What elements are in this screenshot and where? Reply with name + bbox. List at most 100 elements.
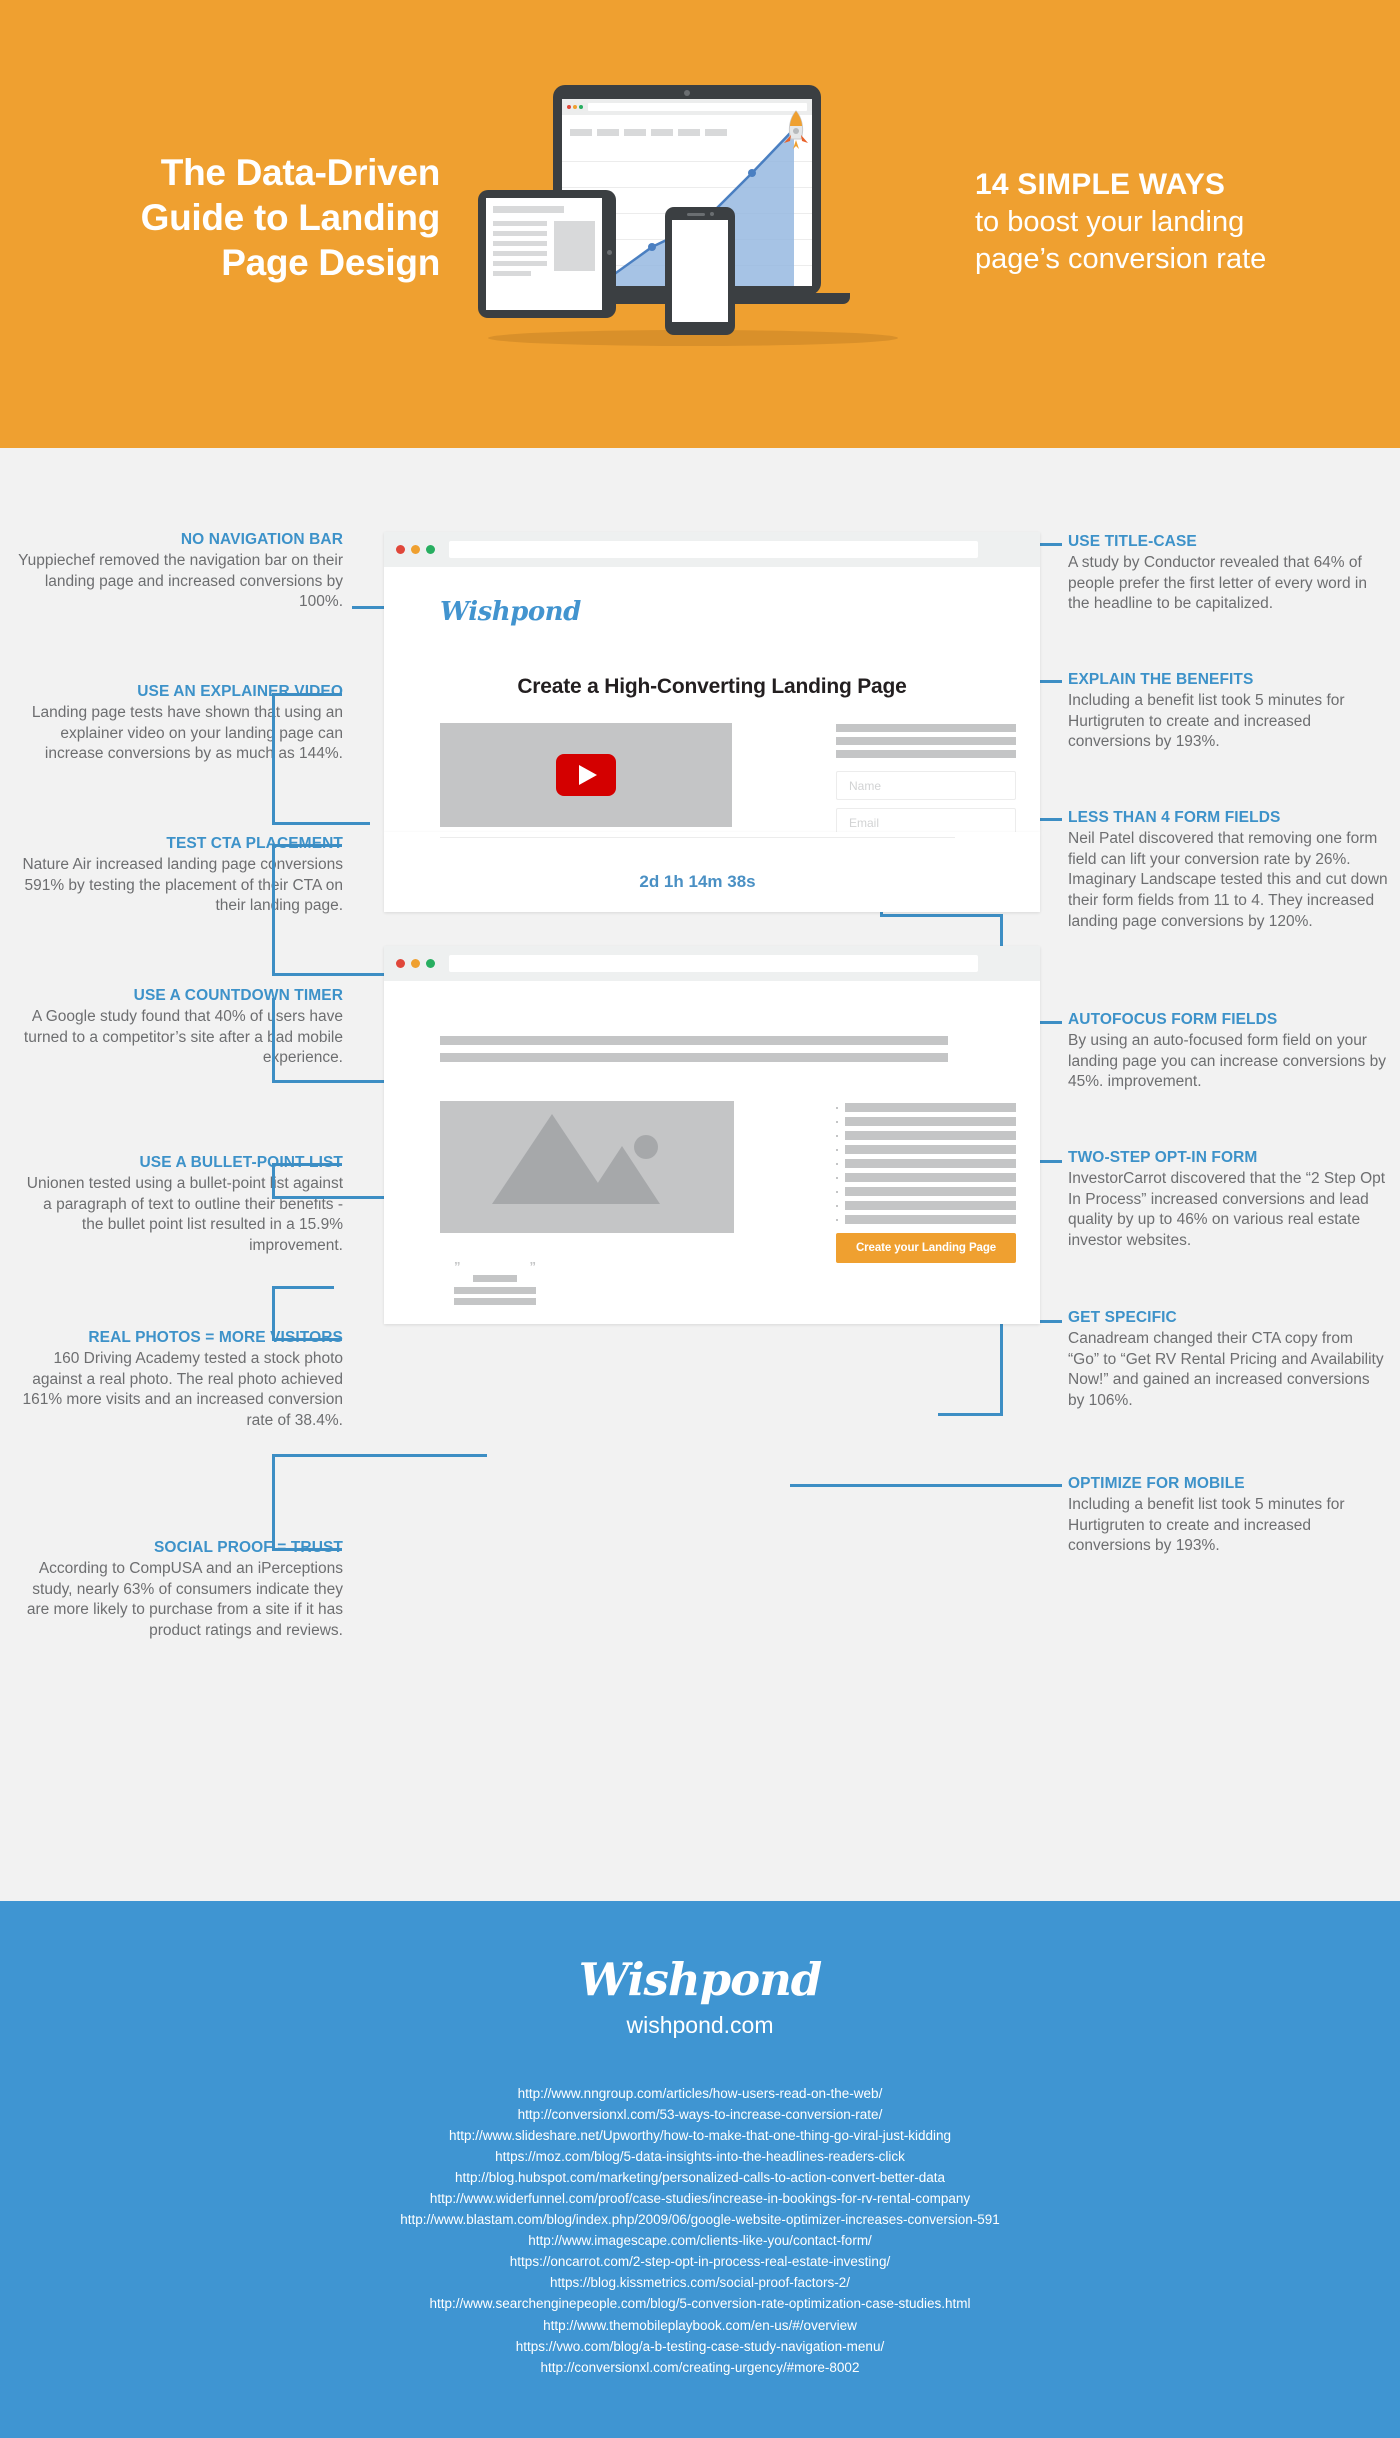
tablet-screen [486,198,602,310]
callout-two-step-opt-in-form: TWO-STEP OPT-IN FORM InvestorCarrot disc… [1068,1148,1388,1252]
wishpond-logo: Wishpond [440,597,581,627]
page-title-line-1: The Data-Driven [160,152,441,193]
phone-device-icon [665,207,735,335]
header-subtitle: to boost your landing page’s conversion … [975,204,1375,278]
connector-line [272,693,275,825]
sun-icon [633,1135,658,1160]
minimize-dot-icon [573,105,577,109]
connector-line [880,914,1003,917]
close-dot-icon[interactable] [396,959,405,968]
callout-get-specific: GET SPECIFIC Canadream changed their CTA… [1068,1308,1388,1412]
maximize-dot-icon [579,105,583,109]
callout-body: Neil Patel discovered that removing one … [1068,830,1388,930]
laptop-browser-bar [562,99,812,115]
browser-titlebar [384,532,1040,567]
callout-explain-the-benefits: EXPLAIN THE BENEFITS Including a benefit… [1068,670,1388,753]
source-link[interactable]: http://www.imagescape.com/clients-like-y… [0,2230,1400,2251]
explainer-video-placeholder[interactable] [440,723,732,827]
wishpond-website-url: wishpond.com [626,2012,774,2038]
connector-line [272,1286,334,1289]
source-link[interactable]: http://conversionxl.com/53-ways-to-incre… [0,2104,1400,2125]
callout-title: NO NAVIGATION BAR [180,531,343,548]
callout-title: LESS THAN 4 FORM FIELDS [1068,809,1281,826]
list-item [836,1201,1016,1210]
callout-body: Nature Air increased landing page conver… [22,856,343,915]
laptop-traffic-lights [567,105,583,109]
minimize-dot-icon[interactable] [411,959,420,968]
laptop-url-bar [588,103,807,111]
source-link[interactable]: https://moz.com/blog/5-data-insights-int… [0,2146,1400,2167]
phone-camera-icon [710,212,714,216]
connector-line [272,1338,342,1341]
header-kicker: 14 SIMPLE WAYS [975,168,1226,201]
photo-placeholder [440,1101,734,1233]
connector-line [272,1163,275,1199]
landing-page-headline: Create a High-Converting Landing Page [517,675,907,698]
quote-close-icon: ” [529,1259,537,1274]
page-title: The Data-Driven Guide to Landing Page De… [40,150,441,285]
list-item [836,1145,1016,1154]
list-item [836,1215,1016,1224]
close-dot-icon [567,105,571,109]
source-link[interactable]: http://blog.hubspot.com/marketing/person… [0,2167,1400,2188]
source-link[interactable]: http://www.themobileplaybook.com/en-us/#… [0,2315,1400,2336]
header-subtitle-line-2: page’s conversion rate [975,242,1267,275]
rocket-icon [784,110,808,149]
source-link[interactable]: https://blog.kissmetrics.com/social-proo… [0,2272,1400,2293]
browser-mockup-two: Create your Landing Page ” ” [384,946,1040,1324]
connector-line [272,1163,342,1166]
callout-body: Yuppiechef removed the navigation bar on… [18,552,343,611]
maximize-dot-icon[interactable] [426,545,435,554]
laptop-camera-icon [684,90,690,96]
connector-line [272,1454,487,1457]
source-link[interactable]: http://www.blastam.com/blog/index.php/20… [0,2209,1400,2230]
source-link[interactable]: http://www.slideshare.net/Upworthy/how-t… [0,2125,1400,2146]
maximize-dot-icon[interactable] [426,959,435,968]
page-title-line-2: Guide to Landing [140,197,441,239]
connector-line [272,1454,275,1551]
callout-title: USE A COUNTDOWN TIMER [133,987,343,1004]
close-dot-icon[interactable] [396,545,405,554]
callout-body: According to CompUSA and an iPerceptions… [26,1560,343,1639]
callout-body: Including a benefit list took 5 minutes … [1068,692,1345,751]
list-item [836,1117,1016,1126]
source-link[interactable]: https://vwo.com/blog/a-b-testing-case-st… [0,2336,1400,2357]
traffic-light-buttons[interactable] [396,959,435,968]
callout-title: EXPLAIN THE BENEFITS [1068,671,1254,688]
source-link[interactable]: http://www.searchenginepeople.com/blog/5… [0,2293,1400,2314]
callout-use-a-countdown-timer: USE A COUNTDOWN TIMER A Google study fou… [18,986,343,1069]
source-link[interactable]: http://conversionxl.com/creating-urgency… [0,2357,1400,2378]
quote-open-icon: ” [454,1259,461,1274]
create-landing-page-button[interactable]: Create your Landing Page [836,1233,1016,1263]
list-item [836,1131,1016,1140]
headline-placeholder-bars [440,1036,948,1062]
connector-line [938,1413,1003,1416]
play-button-icon[interactable] [556,754,616,796]
phone-screen [672,220,728,322]
address-bar[interactable] [449,541,978,558]
name-input[interactable]: Name [836,771,1016,800]
connector-line [1000,1320,1003,1415]
minimize-dot-icon[interactable] [411,545,420,554]
list-item [836,1159,1016,1168]
list-item [836,1187,1016,1196]
source-link[interactable]: http://www.nngroup.com/articles/how-user… [0,2083,1400,2104]
traffic-light-buttons[interactable] [396,545,435,554]
source-link[interactable]: https://oncarrot.com/2-step-opt-in-proce… [0,2251,1400,2272]
header-subtitle-block: 14 SIMPLE WAYS to boost your landing pag… [975,168,1375,278]
header-banner: The Data-Driven Guide to Landing Page De… [0,0,1400,448]
connector-line [272,844,342,847]
device-illustration [478,85,908,355]
footer: Wishpond wishpond.com http://www.nngroup… [0,1901,1400,2438]
callout-title: OPTIMIZE FOR MOBILE [1068,1475,1245,1492]
callout-use-a-bullet-point-list: USE A BULLET-POINT LIST Unionen tested u… [18,1153,343,1257]
address-bar[interactable] [449,955,978,972]
source-link[interactable]: http://www.widerfunnel.com/proof/case-st… [0,2188,1400,2209]
callout-body: Canadream changed their CTA copy from “G… [1068,1330,1384,1409]
callout-body: Landing page tests have shown that using… [31,704,343,763]
landing-page-preview-two: Create your Landing Page ” ” [384,981,1040,1324]
content-panel: NO NAVIGATION BAR Yuppiechef removed the… [0,448,1400,2222]
landing-page-preview-one: Wishpond Create a High-Converting Landin… [384,567,1040,873]
countdown-timer: 2d 1h 14m 38s [639,872,756,891]
callout-title: TWO-STEP OPT-IN FORM [1068,1149,1258,1166]
